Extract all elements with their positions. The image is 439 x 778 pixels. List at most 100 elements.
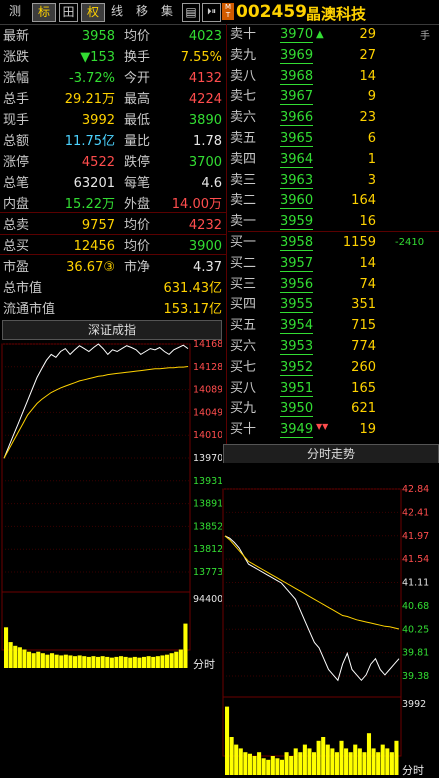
volume-bar [63,654,68,668]
level-price: 3959 [280,214,314,231]
quote-value: 7.55% [180,50,222,65]
buy-level-row[interactable]: 买二 3957 14 [228,253,438,274]
y-axis-label: 14010 [193,430,222,441]
quote-value: 29.21万 [64,92,115,107]
sell-level-row[interactable]: 卖七 3967 9 [228,86,438,107]
quote-label: 总卖 [3,218,30,233]
volume-bar [4,627,9,668]
stock-code: 002459 [236,2,307,22]
volume-bar [128,657,133,668]
volume-bar [82,656,87,668]
level-label: 卖七 [230,89,257,105]
sell-level-row[interactable]: 卖六 3966 23 [228,107,438,128]
level-qty: 774 [351,339,376,354]
buy-level-row[interactable]: 买九 3950 621 [228,398,438,419]
volume-bar [27,651,32,668]
buy-level-row[interactable]: 买六 3953 774 [228,336,438,357]
volume-bar [252,756,257,775]
volume-bar [266,759,271,775]
tab-ce[interactable]: 测 [4,3,26,20]
quote-row: 涨跌 ▼153 换手 7.55% [0,47,226,68]
volume-bar [298,752,303,775]
y-axis-label: 13812 [193,544,222,555]
y-axis-label: 39.38 [402,671,429,682]
quote-value: 9757 [81,218,115,233]
level-price: 3965 [280,131,314,147]
level-qty: 1 [367,151,376,167]
volume-bar [17,647,22,668]
level-price: 3969 [280,47,314,64]
level-qty: 14 [359,255,376,271]
volume-bar [40,653,45,668]
tick-chart-title[interactable]: 分时走势 [223,444,439,464]
play-pause-icon[interactable]: ⏵⏸ [202,3,221,22]
index-chart-title[interactable]: 深证成指 [2,320,222,340]
sell-level-row[interactable]: 卖九 3969 27 [228,45,438,66]
quote-row: 总额 11.75亿 量比 1.78 [0,131,226,152]
volume-bar [234,744,239,775]
volume-bar [119,656,124,668]
screen-icon[interactable]: ▤ [182,3,200,22]
volume-bar [142,656,147,668]
quote-row: 最新 3958 均价 4023 [0,26,226,47]
level-label: 买七 [230,359,257,375]
level-price: 3967 [280,89,314,106]
float-cap-value: 153.17亿 [163,302,223,317]
tab-ji[interactable]: 集 [156,3,178,20]
level-label: 买一 [230,235,257,250]
index-chart[interactable]: 14168 14128 14089 14049 14010 13970 13931 13891… [0,340,222,672]
y-axis-label: 42.41 [402,507,429,518]
margin-trading-badge: M T [222,3,234,20]
side-unit-label: 手 [420,31,430,42]
y-axis-label: 40.25 [402,624,429,635]
quote-value: 11.75亿 [64,134,115,149]
grid-icon[interactable]: 田 [59,3,78,22]
float-cap-row: 流通市值 153.17亿 [0,299,226,320]
level-qty: 6 [367,131,376,146]
buy-level-row[interactable]: 买五 3954 715 [228,315,438,336]
quote-label: 最新 [3,29,30,44]
sell-level-row[interactable]: 卖三 3963 3 [228,170,438,191]
buy-level-row[interactable]: 买七 3952 260 [228,357,438,378]
level-qty: 3 [367,172,376,188]
buy-level-row[interactable]: 买三 3956 74 [228,274,438,295]
tick-chart[interactable]: 42.84 42.41 41.97 41.54 41.11 40.68 40.25 39.81… [222,463,439,778]
sell-level-row[interactable]: 卖四 3964 1 [228,149,438,170]
level-price: 3968 [280,68,314,85]
tab-yi[interactable]: 移 [131,3,153,20]
sell-level-row[interactable]: 卖五 3965 6 [228,128,438,149]
level-qty: 9 [367,89,376,105]
tab-biao[interactable]: 标 [32,3,56,22]
quote-value: 4232 [188,218,222,233]
volume-bar [155,656,160,668]
quote-value: 3992 [81,113,115,128]
buy-level-row[interactable]: 买四 3955 351 [228,294,438,315]
y-axis-label: 39.81 [402,648,429,659]
quote-row: 总手 29.21万 最高 4224 [0,89,226,110]
volume-bar [279,759,285,775]
level-price: 3956 [280,276,314,293]
level-price: 3966 [280,110,314,127]
down-arrow-icon: ▼▼ [316,422,329,432]
sell-level-row[interactable]: 卖十 3970 29 [228,24,438,45]
buy-level-row[interactable]: 买十 3949 19 [228,419,438,440]
level-qty: 164 [351,193,376,209]
level-label: 买四 [230,297,257,313]
level-qty: 351 [351,297,376,313]
volume-bar [380,744,385,775]
volume-bar [270,756,275,775]
sell-level-row[interactable]: 卖八 3968 14 [228,66,438,87]
level-price: 3950 [280,401,314,418]
quote-value: 3700 [188,155,222,170]
level-qty: 74 [359,276,376,292]
volume-bar [353,744,358,775]
quote-label: 均价 [124,29,151,44]
buy-level-row[interactable]: 买八 3951 165 [228,378,438,399]
tab-xian[interactable]: 线 [106,3,128,20]
level-qty: 165 [351,380,376,396]
tab-quan[interactable]: 权 [81,3,105,22]
sell-level-row[interactable]: 卖二 3960 164 [228,190,438,211]
volume-bar [344,748,349,775]
sell-level-row[interactable]: 卖一 3959 16 [228,211,438,232]
volume-bar [321,737,326,775]
